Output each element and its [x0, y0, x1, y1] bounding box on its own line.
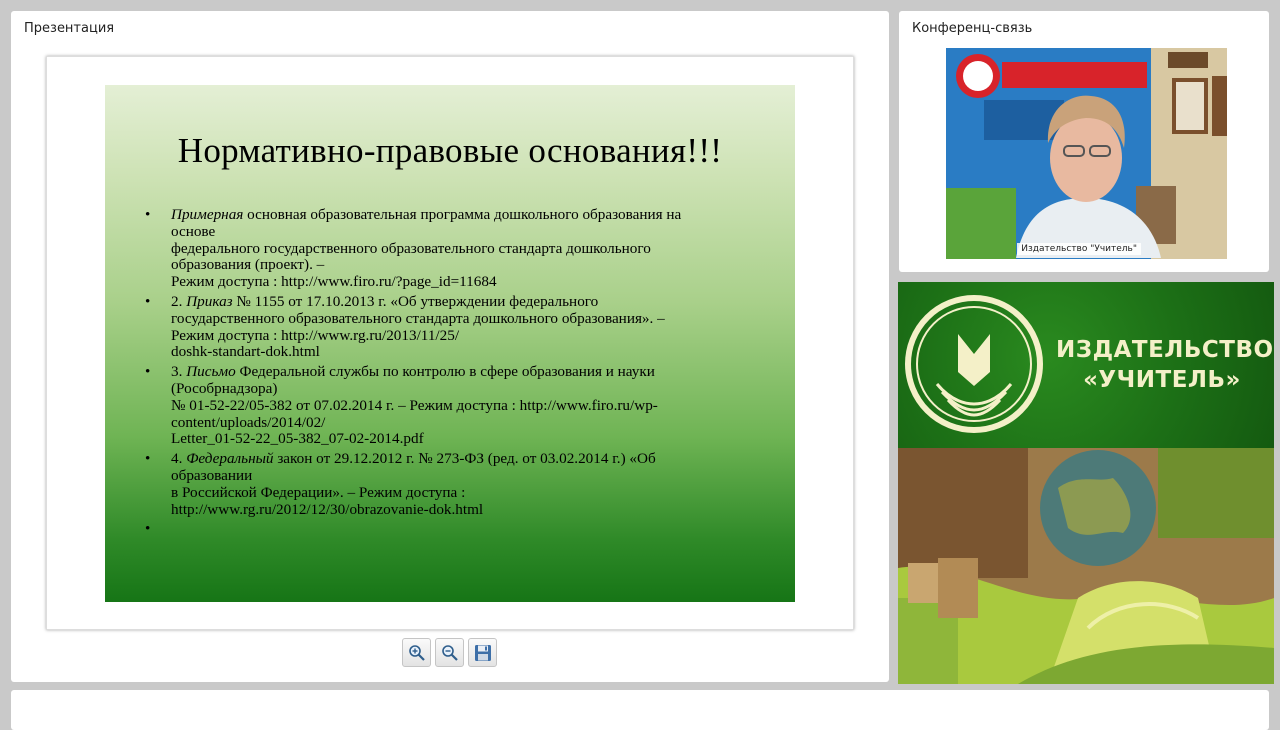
item-text: закон от 29.12.2012 г. № 273-ФЗ (ред. от…	[273, 450, 656, 468]
slide-list-line: образовании	[171, 466, 253, 484]
slide-list-line: 3. Письмо Федеральной службы по контролю…	[171, 363, 763, 381]
slide-list-line: государственного образовательного станда…	[171, 309, 665, 327]
save-button[interactable]	[468, 638, 497, 667]
books-globe-image	[898, 448, 1274, 684]
bullet-glyph: •	[145, 363, 151, 381]
slide-list-line: 4. Федеральный закон от 29.12.2012 г. № …	[171, 450, 763, 468]
slide-list-item: • 3. Письмо Федеральной службы по контрол…	[143, 363, 763, 448]
slide-list-line: № 01-52-22/05-382 от 07.02.2014 г. – Реж…	[171, 396, 658, 414]
item-emphasis: Федеральный	[186, 450, 274, 468]
slide-viewer: Нормативно-правовые основания!!! • Пример…	[46, 56, 854, 630]
item-text: основная образовательная программа дошко…	[243, 206, 682, 223]
slide-list-item: • 4. Федеральный закон от 29.12.2012 г. №…	[143, 450, 763, 518]
zoom-out-icon	[442, 645, 458, 661]
slide-list-line: федерального государственного образовате…	[171, 239, 651, 257]
webcam-video: Издательство "Учитель"	[946, 48, 1227, 259]
slide-list-line: Режим доступа : http://www.rg.ru/2013/11…	[171, 326, 460, 344]
zoom-in-button[interactable]	[402, 638, 431, 667]
presentation-panel-title: Презентация	[24, 21, 115, 36]
brand-header: ИЗДАТЕЛЬСТВО «УЧИТЕЛЬ»	[898, 282, 1274, 448]
bullet-glyph: •	[145, 292, 151, 310]
video-caption: Издательство "Учитель"	[1017, 243, 1141, 255]
slide-list-item: • Примерная основная образовательная прог…	[143, 206, 763, 291]
slide-list-line: в Российской Федерации». – Режим доступа…	[171, 483, 466, 501]
slide-list-line	[171, 521, 763, 538]
item-text: Федеральной службы по контролю в сфере о…	[235, 363, 655, 381]
zoom-in-icon	[409, 645, 425, 661]
publisher-name-line-2: «УЧИТЕЛЬ»	[1083, 367, 1241, 393]
bullet-glyph: •	[145, 206, 151, 223]
slide-list-line: Примерная основная образовательная прогр…	[171, 206, 763, 224]
bottom-panel	[11, 690, 1269, 730]
slide-list-line: doshk-standart-dok.html	[171, 343, 320, 361]
item-number: 4.	[171, 450, 187, 468]
slide-list-item: •	[143, 521, 763, 538]
slide-list-line: (Рособрнадзора)	[171, 379, 278, 397]
item-text: № 1155 от 17.10.2013 г. «Об утверждении …	[232, 292, 599, 310]
save-icon	[475, 645, 491, 661]
brand-banner: ИЗДАТЕЛЬСТВО «УЧИТЕЛЬ»	[898, 282, 1274, 684]
slide-list-line: http://www.rg.ru/2012/12/30/obrazovanie-…	[171, 500, 484, 518]
item-emphasis: Письмо	[186, 363, 236, 381]
slide-list-line: Letter_01-52-22_05-382_07-02-2014.pdf	[171, 430, 424, 448]
publisher-name-line-1: ИЗДАТЕЛЬСТВО	[1056, 337, 1274, 363]
bullet-glyph: •	[145, 520, 151, 538]
conference-panel: Конференц-связь Издательство "Учитель"	[899, 11, 1269, 272]
slide-list-item: • 2. Приказ № 1155 от 17.10.2013 г. «Об у…	[143, 292, 763, 361]
books-globe-illustration	[898, 448, 1274, 684]
slide-title: Нормативно-правовые основания!!!	[177, 131, 723, 170]
item-emphasis: Примерная	[171, 206, 244, 223]
presenter-video-frame	[946, 48, 1227, 259]
conference-panel-title: Конференц-связь	[912, 21, 1033, 36]
slide-list-line: 2. Приказ № 1155 от 17.10.2013 г. «Об ут…	[171, 292, 763, 311]
slide-list-line: Режим доступа : http://www.firo.ru/?page…	[171, 273, 497, 291]
slide-list-line: content/uploads/2014/02/	[171, 413, 326, 431]
slide-list-line: образования (проект). –	[171, 256, 325, 274]
item-number: 2.	[171, 292, 187, 310]
slide-bullet-list: • Примерная основная образовательная прог…	[143, 206, 763, 541]
item-emphasis: Приказ	[186, 292, 233, 310]
presentation-panel: Презентация Нормативно-правовые основани…	[11, 11, 889, 682]
publisher-name: ИЗДАТЕЛЬСТВО «УЧИТЕЛЬ»	[1056, 335, 1274, 395]
slide-list-line: основе	[171, 222, 216, 240]
item-number: 3.	[171, 363, 187, 381]
publisher-logo	[905, 295, 1043, 433]
bullet-glyph: •	[145, 450, 151, 468]
zoom-out-button[interactable]	[435, 638, 464, 667]
slide: Нормативно-правовые основания!!! • Пример…	[105, 85, 795, 602]
